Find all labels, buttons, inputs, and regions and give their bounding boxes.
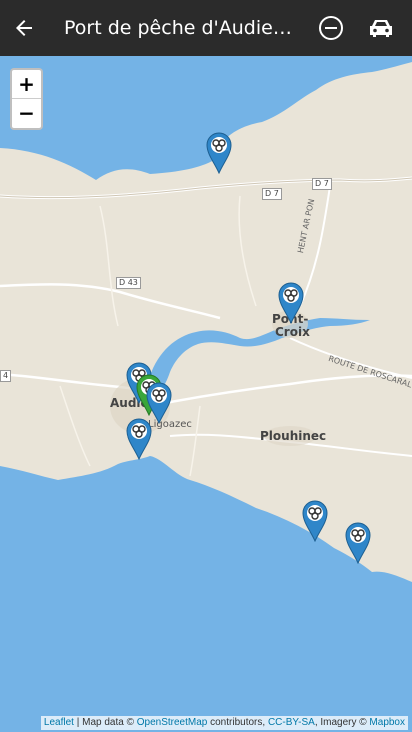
- road-label-d43: D 43: [116, 277, 141, 289]
- place-label-pont-croix: Croix: [275, 325, 310, 339]
- map-attribution: Leaflet | Map data © OpenStreetMap contr…: [40, 716, 408, 730]
- zoom-control: + −: [10, 68, 43, 130]
- attribution-text: contributors,: [207, 717, 268, 728]
- osm-link[interactable]: OpenStreetMap: [137, 717, 208, 728]
- triskell-marker-icon[interactable]: [278, 282, 304, 324]
- mapbox-link[interactable]: Mapbox: [369, 717, 405, 728]
- leaflet-link[interactable]: Leaflet: [44, 717, 74, 728]
- triskell-marker-icon[interactable]: [206, 132, 232, 174]
- road-label-d7: D 7: [262, 188, 282, 200]
- triskell-marker-icon[interactable]: [345, 522, 371, 564]
- app-bar: Port de pêche d'Audierne: [0, 0, 412, 56]
- arrow-left-icon[interactable]: [12, 16, 36, 40]
- license-link[interactable]: CC-BY-SA: [268, 717, 315, 728]
- zoom-out-button[interactable]: −: [12, 99, 41, 128]
- zoom-in-button[interactable]: +: [12, 70, 41, 99]
- page-title: Port de pêche d'Audierne: [64, 17, 298, 39]
- map-view[interactable]: D 7 D 7 D 43 4 HENT AR PON ROUTE DE ROSC…: [0, 56, 412, 732]
- road-label-d7: D 7: [312, 178, 332, 190]
- triskell-marker-icon[interactable]: [302, 500, 328, 542]
- attribution-text: | Map data ©: [73, 717, 137, 728]
- minus-circle-icon[interactable]: [318, 15, 344, 41]
- car-icon[interactable]: [367, 16, 395, 40]
- triskell-marker-icon[interactable]: [126, 418, 152, 460]
- attribution-text: , Imagery ©: [314, 717, 370, 728]
- road-label-d4: 4: [0, 370, 12, 382]
- place-label-plouhinec: Plouhinec: [260, 429, 327, 443]
